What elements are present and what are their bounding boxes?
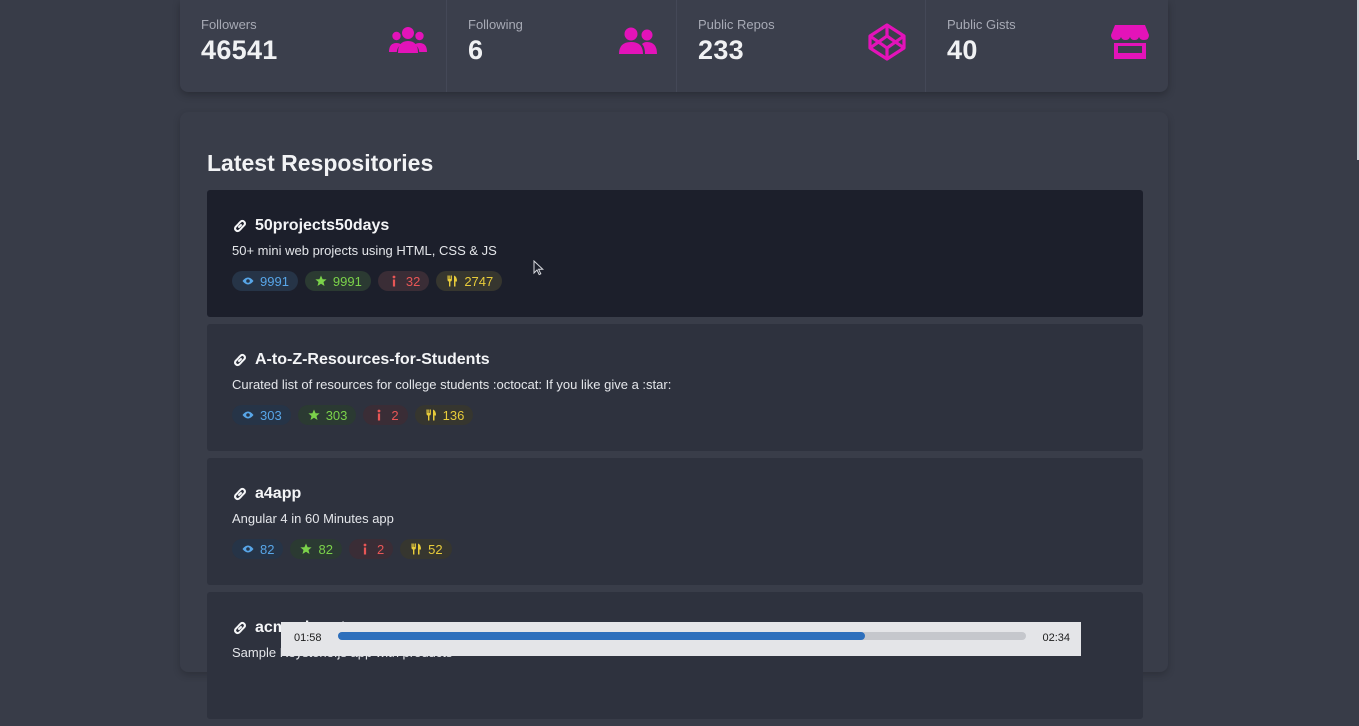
issues-badge: 2 bbox=[363, 405, 408, 425]
section-title: Latest Respositories bbox=[207, 150, 434, 176]
star-icon bbox=[315, 275, 327, 286]
stars-badge: 303 bbox=[297, 405, 357, 425]
watchers-badge: 303 bbox=[232, 405, 291, 425]
repo-description: 50+ mini web projects using HTML, CSS & … bbox=[232, 243, 497, 258]
stat-public-repos: Public Repos 233 bbox=[676, 0, 925, 92]
issues-badge: 32 bbox=[377, 271, 430, 291]
stat-following: Following 6 bbox=[446, 0, 676, 92]
store-icon bbox=[1110, 22, 1150, 62]
utensils-icon bbox=[411, 543, 422, 555]
repo-card[interactable]: A-to-Z-Resources-for-Students Curated li… bbox=[207, 324, 1143, 451]
info-icon bbox=[378, 409, 381, 421]
utensils-icon bbox=[447, 275, 458, 287]
stat-public-gists: Public Gists 40 bbox=[925, 0, 1168, 92]
current-time: 01:58 bbox=[294, 632, 322, 644]
stars-count: 303 bbox=[325, 407, 348, 423]
repo-card[interactable]: 50projects50days 50+ mini web projects u… bbox=[207, 190, 1143, 317]
link-icon bbox=[232, 352, 248, 368]
watchers-count: 82 bbox=[260, 541, 275, 557]
utensils-icon bbox=[426, 409, 436, 421]
seek-bar[interactable] bbox=[338, 632, 1026, 640]
watchers-count: 9991 bbox=[260, 273, 289, 289]
star-icon bbox=[300, 543, 313, 554]
link-icon bbox=[232, 620, 248, 636]
forks-badge: 2747 bbox=[436, 271, 503, 291]
issues-count: 32 bbox=[405, 273, 421, 289]
forks-badge: 52 bbox=[400, 539, 452, 559]
issues-badge: 2 bbox=[348, 539, 394, 559]
eye-icon bbox=[242, 277, 254, 285]
video-player-bar: 01:58 02:34 bbox=[281, 622, 1081, 656]
stars-badge: 9991 bbox=[304, 271, 371, 291]
stars-count: 82 bbox=[318, 541, 333, 557]
info-icon bbox=[392, 275, 396, 287]
stars-count: 9991 bbox=[332, 273, 362, 289]
repo-name-link[interactable]: a4app bbox=[255, 485, 301, 503]
watchers-badge: 9991 bbox=[232, 271, 298, 291]
link-icon bbox=[232, 218, 248, 234]
mouse-cursor-icon bbox=[533, 260, 544, 276]
repo-card[interactable]: a4app Angular 4 in 60 Minutes app 82 82 … bbox=[207, 458, 1143, 585]
users-icon bbox=[388, 22, 428, 62]
stars-badge: 82 bbox=[290, 539, 342, 559]
user-friends-icon bbox=[618, 22, 658, 62]
repo-description: Curated list of resources for college st… bbox=[232, 377, 672, 392]
issues-count: 2 bbox=[391, 407, 399, 423]
repo-description: Angular 4 in 60 Minutes app bbox=[232, 511, 394, 526]
repo-name-link[interactable]: A-to-Z-Resources-for-Students bbox=[255, 351, 490, 369]
watchers-count: 303 bbox=[260, 407, 282, 423]
eye-icon bbox=[242, 411, 254, 419]
stat-followers: Followers 46541 bbox=[180, 0, 446, 92]
forks-count: 136 bbox=[442, 407, 465, 423]
link-icon bbox=[232, 486, 248, 502]
watchers-badge: 82 bbox=[232, 539, 284, 559]
info-icon bbox=[363, 543, 367, 555]
issues-count: 2 bbox=[376, 541, 385, 557]
forks-badge: 136 bbox=[414, 405, 474, 425]
stats-bar: Followers 46541 Following 6 Public Repos… bbox=[180, 0, 1168, 92]
seek-bar-progress bbox=[338, 632, 865, 640]
repositories-panel: Latest Respositories 50projects50days 50… bbox=[180, 112, 1168, 719]
codepen-icon bbox=[867, 22, 907, 62]
forks-count: 2747 bbox=[464, 273, 494, 289]
repo-name-link[interactable]: 50projects50days bbox=[255, 217, 389, 235]
star-icon bbox=[308, 409, 320, 420]
forks-count: 52 bbox=[428, 541, 443, 557]
eye-icon bbox=[242, 545, 254, 553]
total-time: 02:34 bbox=[1042, 632, 1070, 644]
